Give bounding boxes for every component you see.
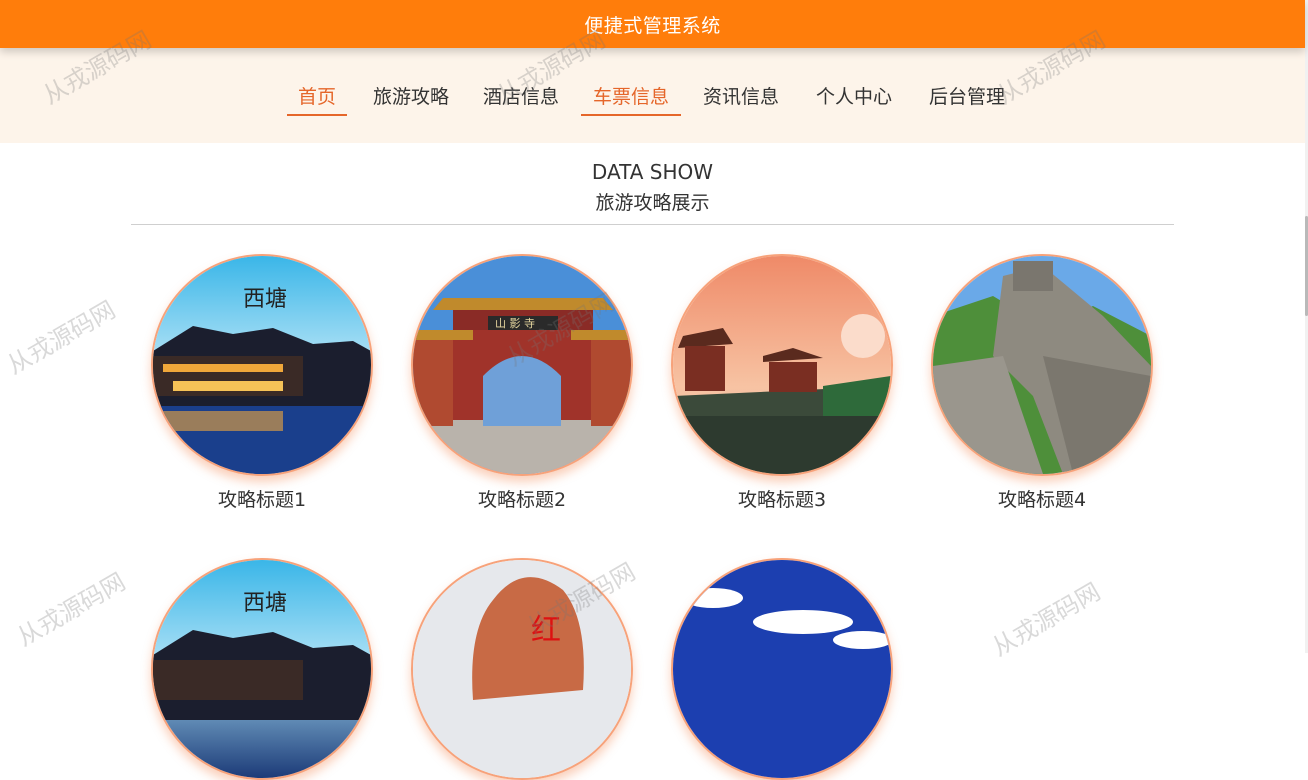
nav-home[interactable]: 首页 bbox=[287, 82, 347, 116]
guide-card-image[interactable] bbox=[671, 254, 893, 476]
nav-hotel-info[interactable]: 酒店信息 bbox=[476, 82, 566, 114]
guide-card-image[interactable]: 红 bbox=[411, 558, 633, 780]
image-text-xitang: 西塘 bbox=[243, 287, 287, 312]
guide-card-title[interactable]: 攻略标题2 bbox=[411, 485, 633, 512]
nav-travel-guide[interactable]: 旅游攻略 bbox=[366, 82, 456, 114]
image-text-rock: 红 bbox=[531, 613, 561, 648]
watermark: 从戎源码网 bbox=[12, 567, 131, 652]
guide-card-image[interactable]: 山 影 寺 bbox=[411, 254, 633, 476]
guide-card-image[interactable] bbox=[931, 254, 1153, 476]
watermark: 从戎源码网 bbox=[2, 295, 121, 380]
guide-card-title[interactable]: 攻略标题4 bbox=[931, 485, 1153, 512]
section-divider bbox=[131, 224, 1174, 225]
section-title-cn: 旅游攻略展示 bbox=[595, 192, 710, 214]
image-text-gate: 山 影 寺 bbox=[495, 317, 535, 330]
nav-personal-center[interactable]: 个人中心 bbox=[809, 82, 899, 114]
nav-admin[interactable]: 后台管理 bbox=[922, 82, 1012, 114]
section-title-en: DATA SHOW bbox=[591, 160, 714, 184]
watermark: 从戎源码网 bbox=[987, 577, 1106, 662]
guide-card-image[interactable]: 西塘 bbox=[151, 254, 373, 476]
guide-card-title[interactable]: 攻略标题1 bbox=[151, 485, 373, 512]
guide-card-image[interactable] bbox=[671, 558, 893, 780]
guide-card-image[interactable]: 西塘 bbox=[151, 558, 373, 780]
nav-news-info[interactable]: 资讯信息 bbox=[696, 82, 786, 114]
nav-ticket-info[interactable]: 车票信息 bbox=[581, 82, 681, 116]
guide-card-title[interactable]: 攻略标题3 bbox=[671, 485, 893, 512]
image-text-xitang: 西塘 bbox=[243, 591, 287, 616]
main-nav: 首页 旅游攻略 酒店信息 车票信息 资讯信息 个人中心 后台管理 bbox=[0, 48, 1305, 143]
app-title: 便捷式管理系统 bbox=[584, 14, 721, 37]
top-header-bar: 便捷式管理系统 bbox=[0, 0, 1305, 48]
